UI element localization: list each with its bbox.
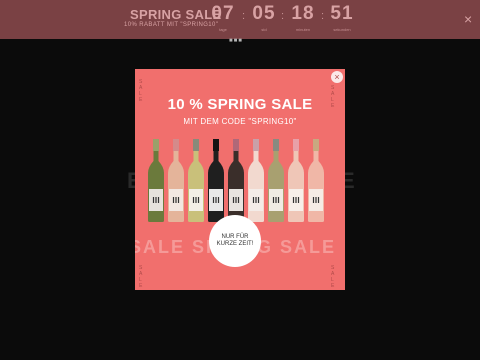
wine-bottle xyxy=(248,139,264,222)
popup-headline: 10 % SPRING SALE xyxy=(167,96,313,113)
countdown-days: 07 tage xyxy=(203,3,243,32)
countdown-days-value: 07 xyxy=(211,3,235,24)
wine-bottle xyxy=(148,139,164,222)
countdown-hours-label: std xyxy=(261,27,267,32)
countdown-seconds: 51 sekunden xyxy=(322,3,362,32)
badge-text: NUR FÜR KURZE ZEIT! xyxy=(216,234,254,247)
countdown-minutes: 18 minuten xyxy=(283,3,323,32)
limited-time-badge: NUR FÜR KURZE ZEIT! xyxy=(209,215,261,267)
spring-sale-popup: S A L E S A L E S A L E S A L E × 10 % S… xyxy=(135,69,345,290)
background-logo: ■■■ xyxy=(229,38,243,44)
countdown-hours-value: 05 xyxy=(252,3,276,24)
popup-close-icon[interactable]: × xyxy=(331,71,343,83)
countdown-minutes-value: 18 xyxy=(291,3,315,24)
wine-bottle xyxy=(308,139,324,222)
wine-bottle xyxy=(268,139,284,222)
wine-bottles-image xyxy=(148,139,324,222)
countdown-seconds-value: 51 xyxy=(330,3,354,24)
corner-label: S A L E xyxy=(331,265,337,289)
countdown-minutes-label: minuten xyxy=(295,27,311,32)
wine-bottle xyxy=(168,139,184,222)
countdown-days-label: tage xyxy=(219,27,227,32)
wine-bottle xyxy=(208,139,224,222)
countdown-banner: SPRING SALE 10% RABATT MIT "SPRING10" 07… xyxy=(0,0,480,39)
countdown-seconds-label: sekunden xyxy=(333,27,351,32)
countdown-hours: 05 std xyxy=(244,3,284,32)
banner-close-icon[interactable]: × xyxy=(464,12,472,26)
promo-code-text: MIT DEM CODE "SPRING10" xyxy=(183,117,297,126)
wine-bottle xyxy=(288,139,304,222)
wine-bottle xyxy=(228,139,244,222)
wine-bottle xyxy=(188,139,204,222)
corner-label: S A L E xyxy=(139,265,145,289)
